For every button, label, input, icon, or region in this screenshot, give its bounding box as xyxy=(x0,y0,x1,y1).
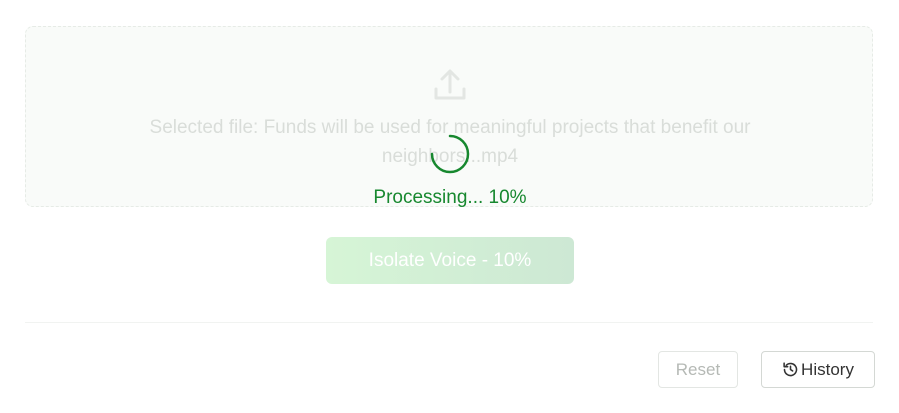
isolate-voice-button[interactable]: Isolate Voice - 10% xyxy=(326,237,574,284)
reset-button[interactable]: Reset xyxy=(658,351,738,388)
history-button[interactable]: History xyxy=(761,351,875,388)
voice-isolator-page: Selected file: Funds will be used for me… xyxy=(0,0,899,413)
processing-status: Processing... 10% xyxy=(373,187,527,208)
divider xyxy=(25,322,873,323)
upload-icon xyxy=(434,69,466,100)
reset-label: Reset xyxy=(675,359,721,379)
history-icon xyxy=(783,362,798,377)
history-label: History xyxy=(801,359,854,379)
spinner-icon xyxy=(430,134,470,174)
isolate-voice-label: Isolate Voice - 10% xyxy=(368,249,532,271)
